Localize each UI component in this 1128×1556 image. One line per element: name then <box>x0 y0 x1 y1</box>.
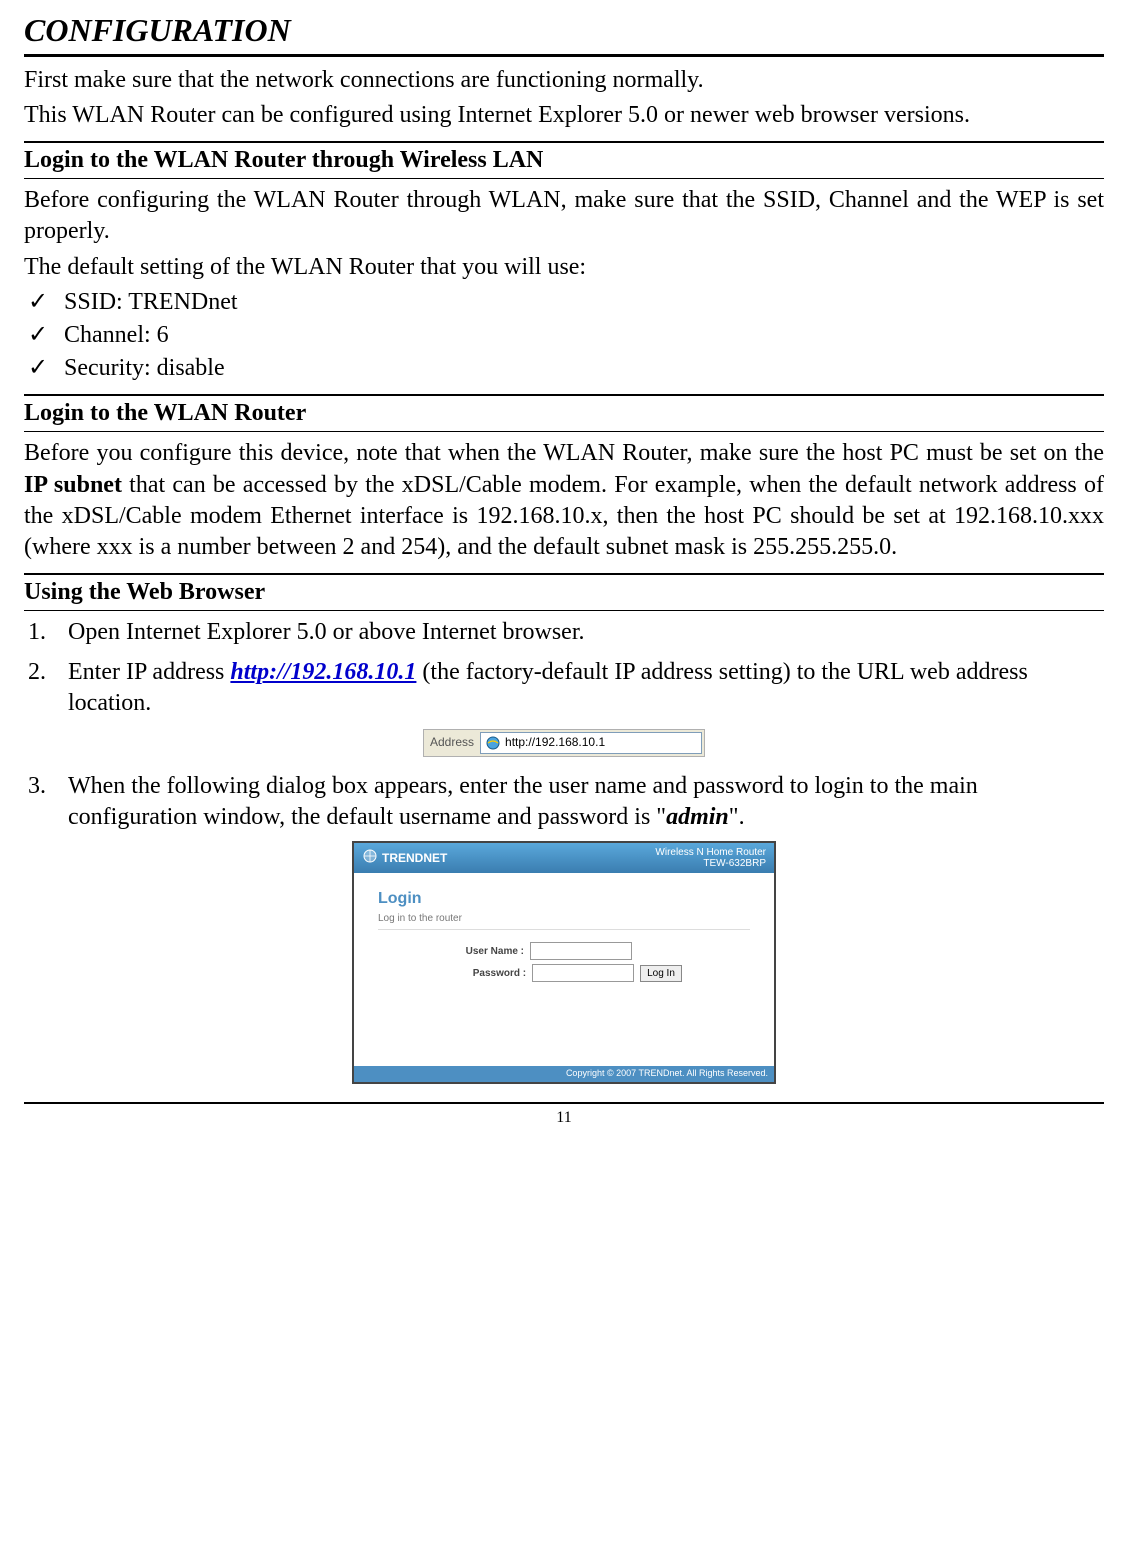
login-body: Login Log in to the router User Name : P… <box>354 873 774 1066</box>
login-screenshot: TRENDNET Wireless N Home Router TEW-632B… <box>352 841 776 1083</box>
password-input[interactable] <box>532 964 634 982</box>
ie-icon <box>485 735 501 751</box>
page-number: 11 <box>556 1109 571 1126</box>
address-url: http://192.168.10.1 <box>505 735 605 751</box>
product-line2: TEW-632BRP <box>655 858 766 869</box>
login-title: Login <box>378 889 750 910</box>
list-item: ✓ Security: disable <box>28 353 1104 384</box>
list-item-text: SSID: TRENDnet <box>64 287 238 318</box>
list-item: ✓ Channel: 6 <box>28 320 1104 351</box>
text-span: that can be accessed by the xDSL/Cable m… <box>24 472 1104 560</box>
address-label: Address <box>424 735 480 751</box>
login-footer: Copyright © 2007 TRENDnet. All Rights Re… <box>354 1066 774 1082</box>
product-model: Wireless N Home Router TEW-632BRP <box>655 847 766 869</box>
check-icon: ✓ <box>28 320 64 351</box>
bold-text: IP subnet <box>24 472 122 498</box>
intro-paragraph-2: This WLAN Router can be configured using… <box>24 100 1104 131</box>
section-heading-router-login: Login to the WLAN Router <box>24 394 1104 432</box>
step-text: Enter IP address http://192.168.10.1 (th… <box>68 657 1104 719</box>
step-row: 1. Open Internet Explorer 5.0 or above I… <box>28 617 1104 648</box>
section1-paragraph-2: The default setting of the WLAN Router t… <box>24 252 1104 283</box>
intro-paragraph-1: First make sure that the network connect… <box>24 65 1104 96</box>
check-icon: ✓ <box>28 353 64 384</box>
step-text: Open Internet Explorer 5.0 or above Inte… <box>68 617 1104 648</box>
page-footer: 11 <box>24 1102 1104 1129</box>
globe-icon <box>362 848 378 869</box>
product-line1: Wireless N Home Router <box>655 847 766 858</box>
step-text: When the following dialog box appears, e… <box>68 771 1104 833</box>
step-number: 2. <box>28 657 68 719</box>
section-heading-web-browser: Using the Web Browser <box>24 573 1104 611</box>
bold-italic-text: admin <box>666 804 729 830</box>
login-subtitle: Log in to the router <box>378 912 750 930</box>
check-icon: ✓ <box>28 287 64 318</box>
list-item-text: Security: disable <box>64 353 225 384</box>
text-span: ". <box>729 804 745 830</box>
password-row: Password : Log In <box>378 964 750 982</box>
step-row: 2. Enter IP address http://192.168.10.1 … <box>28 657 1104 719</box>
password-label: Password : <box>446 967 526 980</box>
brand-text: TRENDNET <box>382 851 447 867</box>
numbered-steps: 1. Open Internet Explorer 5.0 or above I… <box>24 617 1104 719</box>
section1-paragraph-1: Before configuring the WLAN Router throu… <box>24 185 1104 247</box>
step-number: 1. <box>28 617 68 648</box>
step-row: 3. When the following dialog box appears… <box>28 771 1104 833</box>
text-span: Before you configure this device, note t… <box>24 440 1104 466</box>
section2-paragraph: Before you configure this device, note t… <box>24 438 1104 563</box>
list-item: ✓ SSID: TRENDnet <box>28 287 1104 318</box>
brand-logo: TRENDNET <box>362 848 447 869</box>
address-bar-screenshot: Address http://192.168.10.1 <box>423 729 705 757</box>
username-label: User Name : <box>444 945 524 958</box>
text-span: Enter IP address <box>68 659 230 685</box>
text-span: When the following dialog box appears, e… <box>68 773 978 830</box>
step-number: 3. <box>28 771 68 833</box>
section-heading-wlan-login: Login to the WLAN Router through Wireles… <box>24 141 1104 179</box>
login-header: TRENDNET Wireless N Home Router TEW-632B… <box>354 843 774 873</box>
numbered-steps-cont: 3. When the following dialog box appears… <box>24 771 1104 833</box>
page-title: CONFIGURATION <box>24 10 1104 57</box>
ip-link[interactable]: http://192.168.10.1 <box>230 659 416 685</box>
list-item-text: Channel: 6 <box>64 320 169 351</box>
login-button[interactable]: Log In <box>640 965 682 982</box>
address-field: http://192.168.10.1 <box>480 732 702 754</box>
username-row: User Name : <box>378 942 750 960</box>
username-input[interactable] <box>530 942 632 960</box>
default-settings-list: ✓ SSID: TRENDnet ✓ Channel: 6 ✓ Security… <box>24 287 1104 385</box>
